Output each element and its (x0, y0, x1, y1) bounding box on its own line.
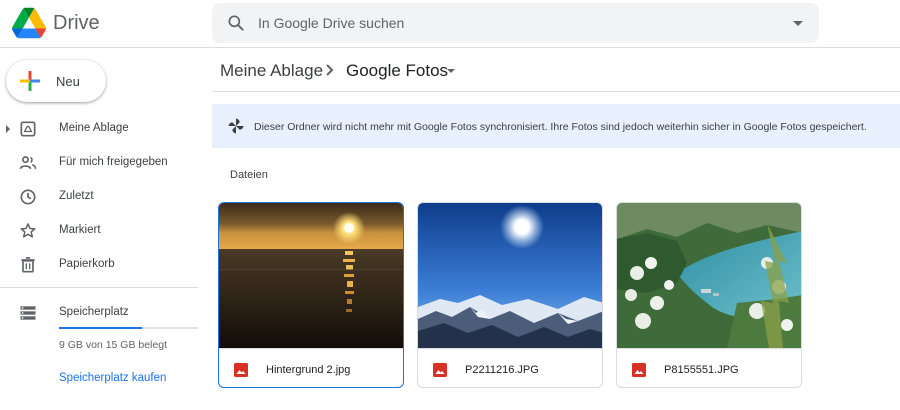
sidebar-item-recent[interactable]: Zuletzt (0, 180, 200, 214)
sidebar-item-label: Papierkorb (59, 258, 115, 270)
sidebar-item-label: Meine Ablage (59, 122, 129, 134)
chevron-right-icon (326, 64, 334, 76)
drive-logo-icon[interactable] (12, 6, 46, 40)
file-card[interactable]: Hintergrund 2.jpg (218, 202, 404, 388)
sidebar-item-label: Für mich freigegeben (59, 156, 168, 168)
new-button[interactable]: Neu (6, 60, 106, 102)
mountain-photo-thumbnail (418, 203, 602, 348)
file-card[interactable]: P2211216.JPG (417, 202, 603, 388)
top-bar: Drive (0, 0, 900, 48)
search-icon[interactable] (226, 13, 246, 33)
file-card-footer: P8155551.JPG (617, 348, 801, 387)
image-file-icon (234, 363, 248, 377)
expand-arrow-icon[interactable] (6, 125, 10, 133)
sidebar-item-trash[interactable]: Papierkorb (0, 248, 200, 282)
image-file-icon (433, 363, 447, 377)
sidebar-item-shared-with-me[interactable]: Für mich freigegeben (0, 146, 200, 180)
banner-message: Dieser Ordner wird nicht mehr mit Google… (254, 121, 867, 133)
sidebar-item-starred[interactable]: Markiert (0, 214, 200, 248)
breadcrumb-my-drive[interactable]: Meine Ablage (220, 61, 323, 81)
sidebar-nav: Meine Ablage Für mich freigegeben Zuletz… (0, 112, 200, 282)
sidebar-item-label: Zuletzt (59, 190, 94, 202)
file-name: P8155551.JPG (664, 364, 739, 376)
breadcrumb: Meine Ablage Google Fotos (212, 48, 900, 92)
clock-icon (20, 189, 36, 205)
star-icon (20, 223, 36, 238)
file-name: Hintergrund 2.jpg (266, 364, 351, 376)
sync-info-banner: Dieser Ordner wird nicht mehr mit Google… (212, 104, 900, 148)
drive-app: Drive Neu Meine Ablage (0, 0, 900, 410)
file-card-footer: P2211216.JPG (418, 348, 602, 387)
pinwheel-icon (228, 118, 244, 134)
lake-photo-thumbnail (617, 203, 801, 348)
file-card-footer: Hintergrund 2.jpg (219, 348, 403, 387)
new-button-label: Neu (56, 74, 80, 89)
image-file-icon (632, 363, 646, 377)
storage-progress-fill (59, 327, 143, 329)
storage-progress-bar (59, 327, 198, 329)
search-options-dropdown-icon[interactable] (793, 21, 803, 26)
storage-used-text: 9 GB von 15 GB belegt (59, 339, 167, 351)
shared-people-icon (19, 156, 37, 170)
sidebar-item-my-drive[interactable]: Meine Ablage (0, 112, 200, 146)
sunset-photo-thumbnail (219, 203, 403, 348)
folder-menu-dropdown-icon[interactable] (447, 69, 455, 73)
search-bar[interactable] (212, 3, 819, 43)
file-name: P2211216.JPG (465, 364, 539, 376)
breadcrumb-current-folder[interactable]: Google Fotos (346, 61, 448, 81)
trash-icon (21, 257, 35, 273)
plus-icon (20, 71, 40, 91)
buy-storage-link[interactable]: Speicherplatz kaufen (59, 372, 166, 384)
search-input[interactable] (258, 3, 758, 43)
files-section-title: Dateien (230, 169, 268, 181)
drive-brand-title: Drive (53, 12, 100, 34)
sidebar-divider (0, 287, 198, 288)
sidebar-item-label: Markiert (59, 224, 101, 236)
my-drive-icon (20, 121, 36, 137)
storage-label[interactable]: Speicherplatz (59, 306, 129, 318)
storage-icon (20, 306, 36, 320)
file-card[interactable]: P8155551.JPG (616, 202, 802, 388)
